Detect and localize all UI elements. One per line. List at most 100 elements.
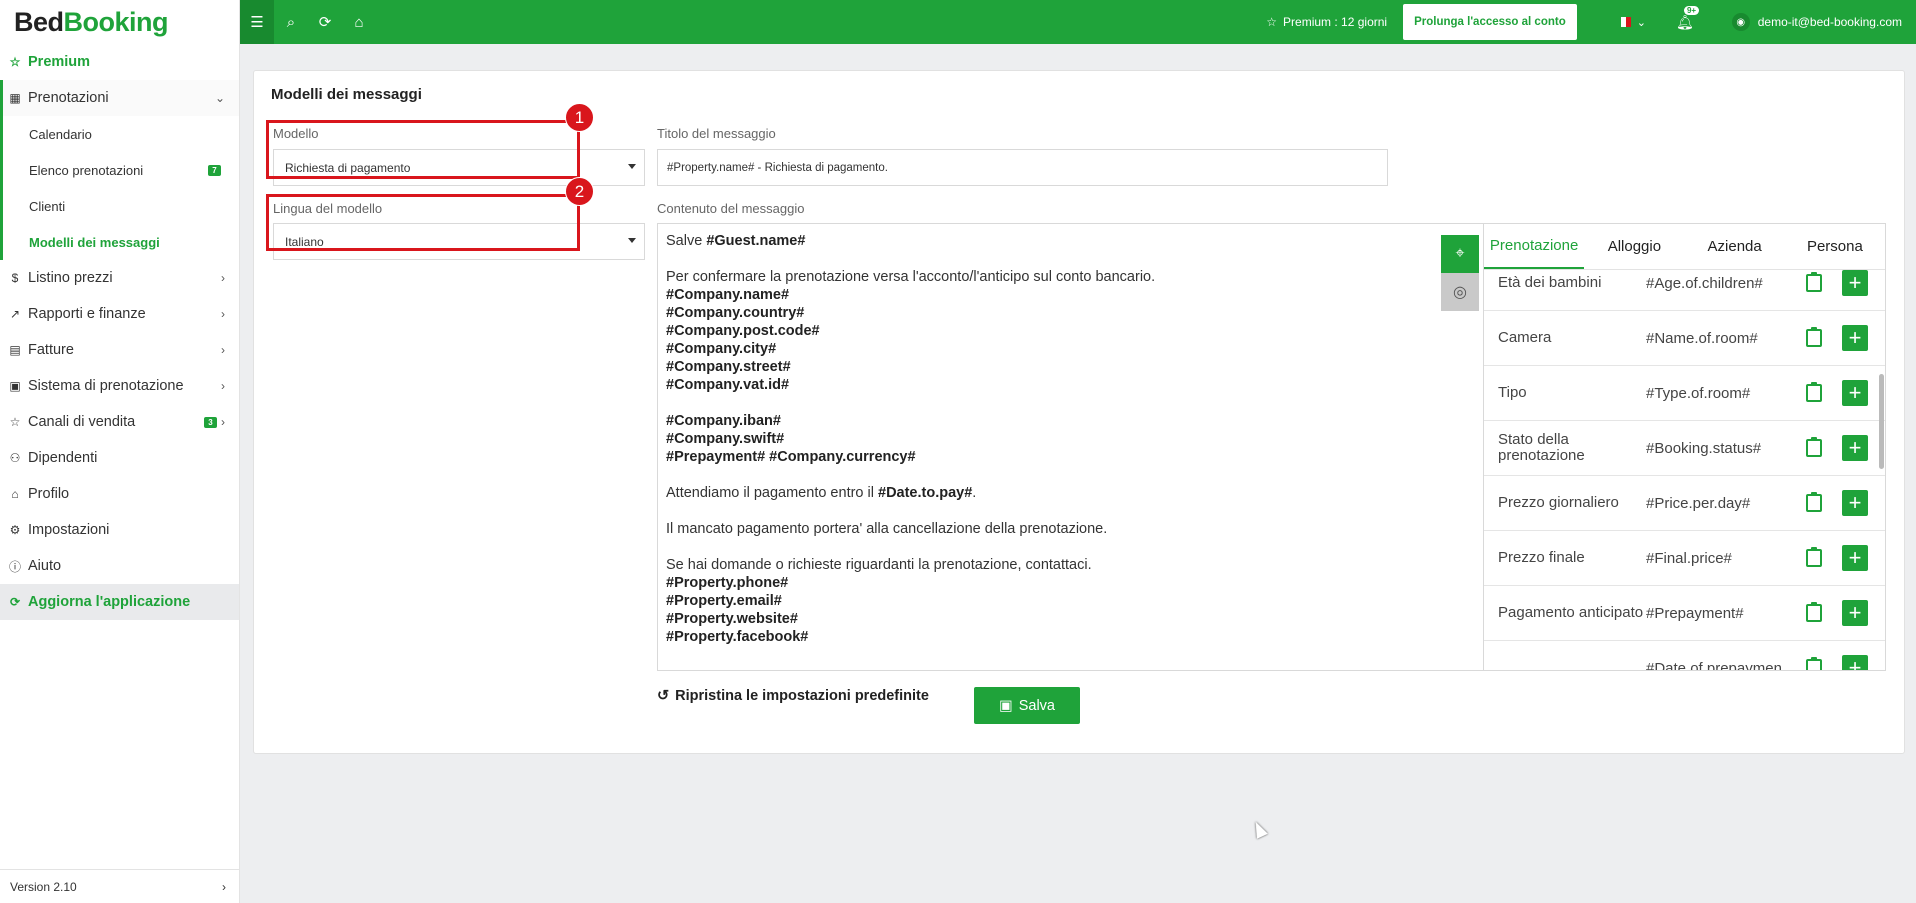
sidebar-subitem-reservation-list[interactable]: Elenco prenotazioni 7 xyxy=(0,152,239,188)
logo[interactable]: Bed Booking xyxy=(0,0,239,44)
insert-variable-button[interactable]: + xyxy=(1842,325,1868,351)
eye-icon[interactable]: ◎ xyxy=(1441,273,1479,311)
search-icon[interactable]: ⌕ xyxy=(274,0,308,44)
insert-variable-button[interactable]: + xyxy=(1842,490,1868,516)
company-var: #Company.post.code# xyxy=(666,323,820,339)
sidebar-item-label: Aiuto xyxy=(28,558,62,574)
highlight-box-1 xyxy=(266,120,580,179)
premium-status[interactable]: ☆ Premium : 12 giorni xyxy=(1266,15,1387,29)
sidebar-item-reports[interactable]: ↗ Rapporti e finanze › xyxy=(0,296,239,332)
premium-status-label: Premium : 12 giorni xyxy=(1283,15,1388,29)
version-label: Version 2.10 xyxy=(10,879,77,894)
clipboard-icon[interactable] xyxy=(1806,602,1822,622)
insert-variable-button[interactable]: + xyxy=(1842,655,1868,670)
chevron-right-icon: › xyxy=(221,379,225,393)
message-templates-card: Modelli dei messaggi Modello Richiesta d… xyxy=(253,70,1905,754)
tag-icon[interactable]: ⌖ xyxy=(1441,235,1479,273)
greeting-line: Salve #Guest.name# xyxy=(666,232,1446,250)
sidebar-item-invoices[interactable]: ▤ Fatture › xyxy=(0,332,239,368)
scrollbar[interactable] xyxy=(1879,374,1884,469)
highlight-box-2 xyxy=(266,194,580,251)
variable-code: #Prepayment# xyxy=(1646,604,1744,622)
refresh-icon[interactable]: ⟳ xyxy=(308,0,342,44)
insert-variable-button[interactable]: + xyxy=(1842,600,1868,626)
chevron-down-icon[interactable]: ⌄ xyxy=(1637,16,1646,29)
variable-name: Camera xyxy=(1498,329,1552,346)
clipboard-icon[interactable] xyxy=(1806,492,1822,512)
callout-badge-1: 1 xyxy=(565,103,594,132)
sidebar-item-label: Premium xyxy=(28,54,91,70)
sidebar-item-premium[interactable]: ☆ Premium xyxy=(0,44,239,80)
notification-count: 9+ xyxy=(1683,5,1700,15)
sidebar-item-reservations[interactable]: ▦ Prenotazioni ⌄ xyxy=(0,80,239,116)
sidebar-subitem-clients[interactable]: Clienti xyxy=(0,188,239,224)
sidebar-item-price-list[interactable]: $ Listino prezzi › xyxy=(0,260,239,296)
extend-access-button[interactable]: Prolunga l'accesso al conto xyxy=(1403,4,1577,40)
sidebar-subitem-label: Clienti xyxy=(29,198,66,214)
clipboard-icon[interactable] xyxy=(1806,547,1822,567)
company-var: #Company.country# xyxy=(666,305,805,321)
restore-defaults-label: Ripristina le impostazioni predefinite xyxy=(675,688,929,704)
message-body[interactable]: Salve #Guest.name# Per confermare la pre… xyxy=(666,232,1446,646)
payment-instruction: Per confermare la prenotazione versa l'a… xyxy=(666,269,1156,285)
insert-variable-button[interactable]: + xyxy=(1842,380,1868,406)
property-var: #Property.website# xyxy=(666,611,798,627)
hamburger-menu-icon[interactable]: ☰ xyxy=(240,0,274,44)
sidebar-item-booking-system[interactable]: ▣ Sistema di prenotazione › xyxy=(0,368,239,404)
insert-variable-button[interactable]: + xyxy=(1842,270,1868,296)
italy-flag-icon[interactable] xyxy=(1616,17,1631,27)
insert-variable-button[interactable]: + xyxy=(1842,545,1868,571)
sidebar-item-label: Prenotazioni xyxy=(28,90,109,106)
variable-code: #Age.of.children# xyxy=(1646,274,1763,292)
message-content-editor[interactable]: Salve #Guest.name# Per confermare la pre… xyxy=(657,223,1483,671)
variable-name: Prezzo finale xyxy=(1498,549,1585,566)
star-icon: ☆ xyxy=(1266,15,1278,29)
logo-booking: Booking xyxy=(63,6,169,37)
variables-panel: Prenotazione Alloggio Azienda Persona Et… xyxy=(1483,223,1886,671)
star-icon: ☆ xyxy=(9,415,21,429)
sidebar-item-profile[interactable]: ⌂ Profilo xyxy=(0,476,239,512)
calendar-icon: ▦ xyxy=(9,91,21,105)
contact-line: Se hai domande o richieste riguardanti l… xyxy=(666,557,1092,573)
due-date-line: Attendiamo il pagamento entro il #Date.t… xyxy=(666,484,1446,502)
variable-code: #Name.of.room# xyxy=(1646,329,1758,347)
sidebar-item-label: Dipendenti xyxy=(28,450,98,466)
building-icon: ⌂ xyxy=(11,487,19,501)
variable-row: #Date.of.prepaymen + xyxy=(1484,641,1885,670)
sidebar-item-help[interactable]: ⓘ Aiuto xyxy=(0,548,239,584)
clipboard-icon[interactable] xyxy=(1806,327,1822,347)
clipboard-icon[interactable] xyxy=(1806,657,1822,670)
user-menu[interactable]: ◉ demo-it@bed-booking.com xyxy=(1731,13,1902,31)
save-button[interactable]: ▣ Salva xyxy=(974,687,1080,724)
user-plus-icon: ⚇ xyxy=(9,451,21,465)
sidebar-item-settings[interactable]: ⚙ Impostazioni xyxy=(0,512,239,548)
sidebar-item-sales-channels[interactable]: ☆ Canali di vendita 3 › xyxy=(0,404,239,440)
clipboard-icon[interactable] xyxy=(1806,437,1822,457)
version-footer[interactable]: Version 2.10 › xyxy=(0,869,240,903)
variable-code: #Final.price# xyxy=(1646,549,1732,567)
invoice-icon: ▤ xyxy=(9,343,21,357)
dollar-icon: $ xyxy=(11,271,19,285)
home-icon[interactable]: ⌂ xyxy=(342,0,376,44)
clipboard-icon[interactable] xyxy=(1806,272,1822,292)
bell-icon[interactable]: 🔔︎ 9+ xyxy=(1676,5,1700,31)
variable-name: Età dei bambini xyxy=(1498,274,1602,291)
company-var: #Company.street# xyxy=(666,359,791,375)
variable-row: Prezzo giornaliero #Price.per.day# + xyxy=(1484,476,1885,531)
restore-defaults-button[interactable]: ↺ Ripristina le impostazioni predefinite xyxy=(657,688,929,704)
sidebar-subitem-calendar[interactable]: Calendario xyxy=(0,116,239,152)
chevron-right-icon: › xyxy=(222,879,226,894)
bank-vars: #Company.iban# #Company.swift# #Prepayme… xyxy=(666,412,1446,466)
cancellation-line: Il mancato pagamento portera' alla cance… xyxy=(666,521,1108,537)
sidebar-subitem-message-templates[interactable]: Modelli dei messaggi xyxy=(0,224,239,260)
page-title: Modelli dei messaggi xyxy=(271,86,422,103)
message-title-input[interactable]: #Property.name# - Richiesta di pagamento… xyxy=(657,149,1388,186)
sidebar-item-employees[interactable]: ⚇ Dipendenti xyxy=(0,440,239,476)
caret-down-icon xyxy=(628,238,636,243)
clipboard-icon[interactable] xyxy=(1806,382,1822,402)
sidebar-item-update-app[interactable]: ⟳ Aggiorna l'applicazione xyxy=(0,584,239,620)
sidebar-subitem-label: Modelli dei messaggi xyxy=(29,234,160,250)
bank-var: #Company.iban# xyxy=(666,413,781,429)
insert-variable-button[interactable]: + xyxy=(1842,435,1868,461)
info-icon: ⓘ xyxy=(8,559,21,574)
